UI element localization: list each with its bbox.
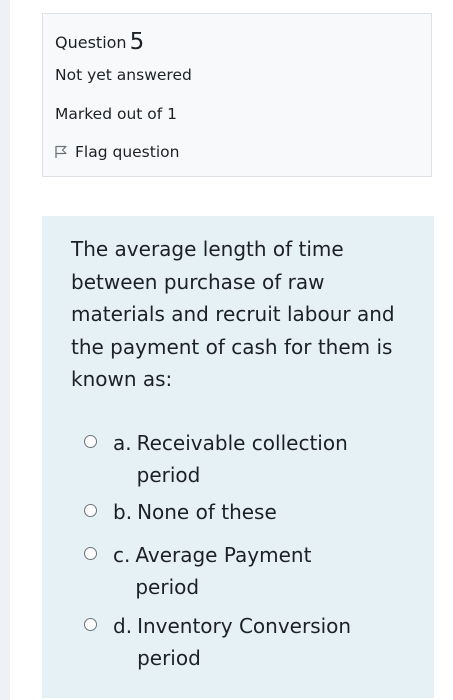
radio-button[interactable] <box>84 435 97 448</box>
option-letter: d. <box>113 614 133 638</box>
option-letter: c. <box>113 543 131 567</box>
answer-option-c[interactable]: c. Average Payment period <box>84 539 375 603</box>
question-info-panel: Question 5 Not yet answered Marked out of… <box>42 13 432 177</box>
question-grade: Marked out of 1 <box>55 105 178 123</box>
flag-question-link[interactable]: Flag question <box>54 143 179 161</box>
question-label: Question <box>55 33 127 52</box>
option-label: None of these <box>137 500 277 524</box>
option-letter: a. <box>113 431 132 455</box>
question-state: Not yet answered <box>55 66 192 84</box>
option-label: Average Payment period <box>135 543 312 599</box>
question-number-heading: Question 5 <box>55 28 145 55</box>
radio-button[interactable] <box>84 618 97 631</box>
answer-option-d[interactable]: d. Inventory Conversion period <box>84 610 377 674</box>
question-text: The average length of time between purch… <box>71 237 395 391</box>
option-label: Receivable collection period <box>136 431 348 487</box>
flag-question-label: Flag question <box>75 143 180 161</box>
question-number: 5 <box>129 29 145 55</box>
radio-button[interactable] <box>84 504 97 517</box>
question-formulation: The average length of time between purch… <box>42 216 434 698</box>
page-left-strip <box>0 0 10 700</box>
flag-icon <box>55 145 67 158</box>
option-label: Inventory Conversion period <box>137 614 352 670</box>
radio-button[interactable] <box>84 547 97 560</box>
answer-option-b[interactable]: b. None of these <box>84 496 377 528</box>
answer-option-a[interactable]: a. Receivable collection period <box>84 427 377 491</box>
option-letter: b. <box>113 500 133 524</box>
